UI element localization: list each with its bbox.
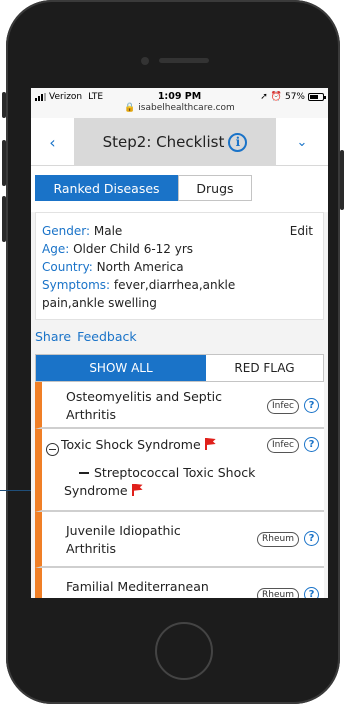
list-item[interactable]: Osteomyelitis and Septic Arthritis Infec… [35,382,324,429]
country-label: Country: [42,260,93,274]
gender-value: Male [93,224,123,238]
volume-down-button [2,196,6,242]
symptoms-value-line2: pain,ankle swelling [42,296,157,310]
category-badge: Rheum [257,588,299,598]
disease-name-line2: Arthritis [66,541,117,556]
battery-percent: 57% [284,92,305,102]
symptoms-row: Symptoms: fever,diarrhea,ankle [42,276,317,294]
page-header: ‹ Step2: Checklist i ⌄ [31,118,328,166]
sub-disease-line2: Syndrome [64,482,128,498]
sub-disease[interactable]: Streptococcal Toxic Shock Syndrome [42,464,324,500]
symptoms-value-line1: fever,diarrhea,ankle [113,278,236,292]
red-flag-icon [131,483,144,496]
sub-disease-line1: Streptococcal Toxic Shock [94,464,256,480]
help-icon[interactable]: ? [304,531,319,546]
list-item-expanded[interactable]: Toxic Shock Syndrome Infec ? Streptococc… [35,429,324,512]
gender-row: Gender: Male [42,222,317,240]
status-bar: Verizon LTE 1:09 PM 🔒 isabelhealthcare.c… [31,88,328,118]
earpiece-speaker [159,58,209,63]
action-links: Share Feedback [31,320,328,352]
list-item[interactable]: Juvenile Idiopathic Arthritis Rheum ? [35,512,324,568]
mute-switch [2,92,6,118]
tab-show-all[interactable]: SHOW ALL [36,355,206,381]
collapse-icon[interactable] [46,442,59,456]
disease-list: Osteomyelitis and Septic Arthritis Infec… [35,382,324,598]
age-label: Age: [42,242,70,256]
url-bar[interactable]: 🔒 isabelhealthcare.com [31,103,328,113]
disease-name-line1: Toxic Shock Syndrome [61,437,201,452]
alarm-icon: ⏰ [270,92,282,102]
category-badge: Rheum [257,532,299,547]
help-icon[interactable]: ? [304,587,319,598]
page-title: Step2: Checklist [102,133,225,151]
red-flag-icon [204,438,217,450]
info-icon[interactable]: i [228,132,248,152]
results-tabs: Ranked Diseases Drugs [31,166,328,212]
tab-red-flag[interactable]: RED FLAG [206,355,323,381]
volume-up-button [2,140,6,186]
age-row: Age: Older Child 6-12 yrs [42,240,317,258]
country-row: Country: North America [42,258,317,276]
url-text: isabelhealthcare.com [138,103,235,113]
disease-name-line2: Arthritis [66,407,117,422]
home-button[interactable] [155,622,213,680]
location-arrow-icon: ➚ [260,92,268,102]
disease-name-line1: Juvenile Idiopathic [66,523,181,538]
list-item[interactable]: Familial Mediterranean Rheum ? [35,568,324,598]
battery-icon [308,93,326,101]
age-value: Older Child 6-12 yrs [73,242,194,256]
phone-screen: Verizon LTE 1:09 PM 🔒 isabelhealthcare.c… [31,88,328,598]
tab-ranked-diseases[interactable]: Ranked Diseases [35,175,178,201]
country-value: North America [96,260,184,274]
patient-summary-card: Edit Gender: Male Age: Older Child 6-12 … [35,212,324,320]
disease-name-line1: Osteomyelitis and Septic [66,389,222,404]
lock-icon: 🔒 [124,103,136,113]
disease-name-line1: Familial Mediterranean [66,579,209,594]
gender-label: Gender: [42,224,91,238]
filter-tabs: SHOW ALL RED FLAG [35,354,324,382]
dash-icon [79,472,89,475]
front-camera [141,57,149,65]
category-badge: Infec [266,399,299,414]
help-icon[interactable]: ? [304,437,319,452]
symptoms-label: Symptoms: [42,278,111,292]
power-button [340,150,344,210]
share-link[interactable]: Share [35,329,71,344]
title-box: Step2: Checklist i [74,118,276,166]
edit-link[interactable]: Edit [290,222,313,240]
help-icon[interactable]: ? [304,398,319,413]
tab-drugs[interactable]: Drugs [178,175,252,201]
chevron-down-icon[interactable]: ⌄ [276,118,328,166]
category-badge: Infec [266,438,299,453]
feedback-link[interactable]: Feedback [77,329,137,344]
back-chevron-icon[interactable]: ‹ [31,118,74,166]
